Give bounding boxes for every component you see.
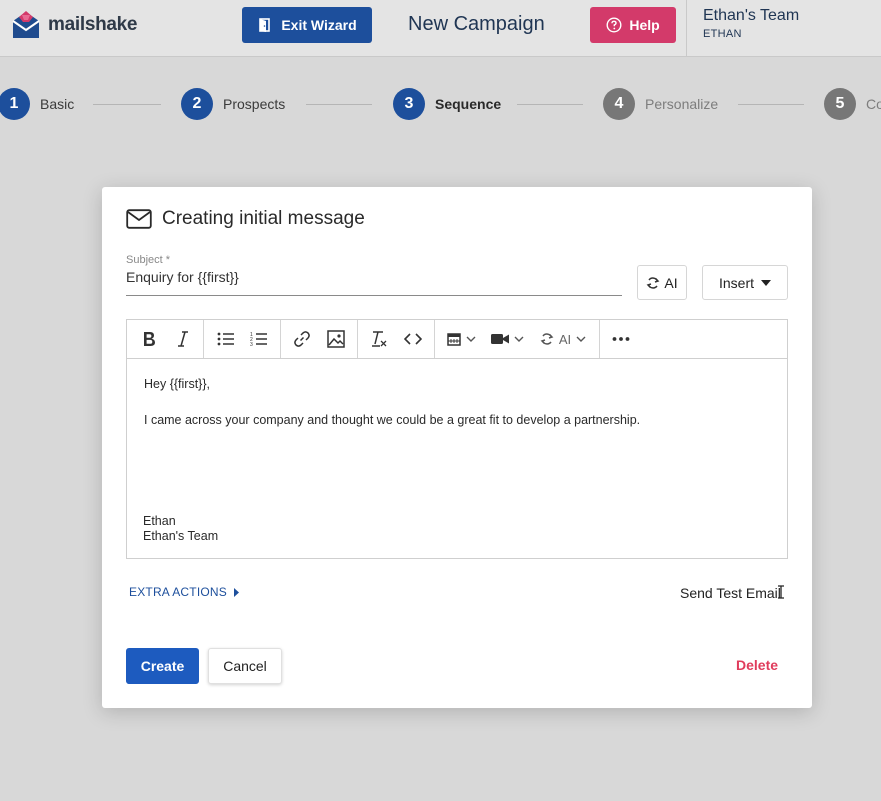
header-divider bbox=[686, 0, 687, 57]
caret-down-icon bbox=[761, 279, 771, 286]
link-button[interactable] bbox=[288, 320, 316, 358]
step-label: Sequence bbox=[435, 96, 502, 112]
clear-format-button[interactable] bbox=[365, 320, 393, 358]
editor-toolbar: 1 2 3 AI bbox=[127, 320, 787, 359]
bold-icon bbox=[144, 332, 155, 346]
ai-subject-button[interactable]: AI bbox=[637, 265, 687, 300]
code-button[interactable] bbox=[399, 320, 427, 358]
exit-wizard-label: Exit Wizard bbox=[281, 17, 357, 33]
video-icon bbox=[490, 334, 509, 344]
subject-underline bbox=[126, 295, 622, 296]
insert-button[interactable]: Insert bbox=[702, 265, 788, 300]
bullet-list-button[interactable] bbox=[212, 320, 240, 358]
step-number: 3 bbox=[393, 88, 425, 120]
ai-refresh-icon bbox=[540, 333, 554, 345]
signature-name[interactable]: Ethan bbox=[143, 514, 176, 528]
svg-text:3: 3 bbox=[250, 342, 253, 347]
step-number: 5 bbox=[824, 88, 856, 120]
wizard-steps: 1 Basic 2 Prospects 3 Sequence 4 Persona… bbox=[0, 86, 881, 122]
toolbar-divider bbox=[280, 320, 281, 358]
message-modal: Creating initial message Subject * Enqui… bbox=[102, 187, 812, 708]
door-icon bbox=[259, 18, 271, 32]
toolbar-divider bbox=[203, 320, 204, 358]
top-header: mailshake Exit Wizard New Campaign Help … bbox=[0, 0, 881, 57]
step-connector bbox=[738, 104, 804, 105]
toolbar-divider bbox=[599, 320, 600, 358]
chevron-down-icon bbox=[576, 336, 586, 342]
body-line[interactable]: I came across your company and thought w… bbox=[144, 413, 640, 427]
code-icon bbox=[404, 333, 422, 345]
exit-wizard-button[interactable]: Exit Wizard bbox=[242, 7, 372, 43]
italic-button[interactable] bbox=[169, 320, 197, 358]
bold-button[interactable] bbox=[135, 320, 163, 358]
italic-icon bbox=[178, 331, 188, 347]
step-connector bbox=[306, 104, 372, 105]
extra-actions-toggle[interactable]: EXTRA ACTIONS bbox=[129, 585, 239, 599]
video-dropdown[interactable] bbox=[487, 320, 527, 358]
insert-label: Insert bbox=[718, 274, 754, 291]
ai-refresh-icon bbox=[646, 276, 660, 289]
numbered-list-icon: 1 2 3 bbox=[250, 332, 267, 347]
help-button[interactable]: Help bbox=[590, 7, 676, 43]
team-name[interactable]: Ethan's Team bbox=[703, 7, 799, 25]
extra-actions-label: EXTRA ACTIONS bbox=[129, 585, 227, 599]
step-number: 2 bbox=[181, 88, 213, 120]
step-prospects[interactable]: 2 Prospects bbox=[181, 88, 285, 120]
image-button[interactable] bbox=[322, 320, 350, 358]
step-connector bbox=[517, 104, 583, 105]
chevron-down-icon bbox=[514, 336, 523, 342]
cancel-button[interactable]: Cancel bbox=[208, 648, 282, 684]
step-label: Personalize bbox=[645, 96, 719, 112]
step-launch[interactable]: 5 Co bbox=[824, 88, 881, 120]
step-label: Co bbox=[866, 96, 881, 112]
bullet-list-icon bbox=[217, 332, 234, 346]
ai-label: AI bbox=[664, 274, 678, 291]
toolbar-divider bbox=[357, 320, 358, 358]
help-circle-icon bbox=[606, 17, 622, 33]
modal-header: Creating initial message bbox=[126, 208, 365, 230]
step-number: 4 bbox=[603, 88, 635, 120]
step-sequence[interactable]: 3 Sequence bbox=[393, 88, 501, 120]
signature-team[interactable]: Ethan's Team bbox=[143, 529, 218, 543]
numbered-list-button[interactable]: 1 2 3 bbox=[245, 320, 273, 358]
subject-label: Subject * bbox=[126, 254, 171, 266]
send-test-email-button[interactable]: Send Test Email bbox=[680, 585, 781, 601]
calendar-icon bbox=[446, 333, 461, 346]
toolbar-ai-label: AI bbox=[558, 331, 572, 347]
create-button[interactable]: Create bbox=[126, 648, 199, 684]
subject-input[interactable]: Enquiry for {{first}} bbox=[126, 269, 239, 285]
step-personalize[interactable]: 4 Personalize bbox=[603, 88, 718, 120]
image-icon bbox=[327, 330, 345, 348]
logo-icon bbox=[12, 11, 40, 38]
page-title: New Campaign bbox=[408, 13, 545, 35]
modal-title: Creating initial message bbox=[162, 208, 365, 229]
link-icon bbox=[294, 331, 310, 347]
more-icon bbox=[612, 337, 630, 341]
calendar-dropdown[interactable] bbox=[443, 320, 479, 358]
toolbar-divider bbox=[434, 320, 435, 358]
body-greeting[interactable]: Hey {{first}}, bbox=[144, 377, 210, 391]
more-button[interactable] bbox=[607, 320, 635, 358]
caret-right-icon bbox=[233, 587, 239, 597]
step-number: 1 bbox=[0, 88, 30, 120]
step-label: Basic bbox=[40, 96, 75, 112]
step-basic[interactable]: 1 Basic bbox=[0, 88, 74, 120]
ai-dropdown[interactable]: AI bbox=[536, 320, 590, 358]
step-connector bbox=[93, 104, 161, 105]
team-user: ETHAN bbox=[703, 28, 742, 40]
brand-name: mailshake bbox=[48, 14, 138, 35]
envelope-icon bbox=[126, 209, 152, 229]
logo[interactable]: mailshake bbox=[9, 9, 138, 41]
clear-format-icon bbox=[372, 331, 387, 347]
chevron-down-icon bbox=[466, 336, 475, 342]
message-editor: 1 2 3 AI Hey {{first}}, I came across yo… bbox=[126, 319, 788, 559]
help-label: Help bbox=[629, 17, 660, 33]
delete-button[interactable]: Delete bbox=[736, 657, 778, 673]
step-label: Prospects bbox=[223, 96, 286, 112]
